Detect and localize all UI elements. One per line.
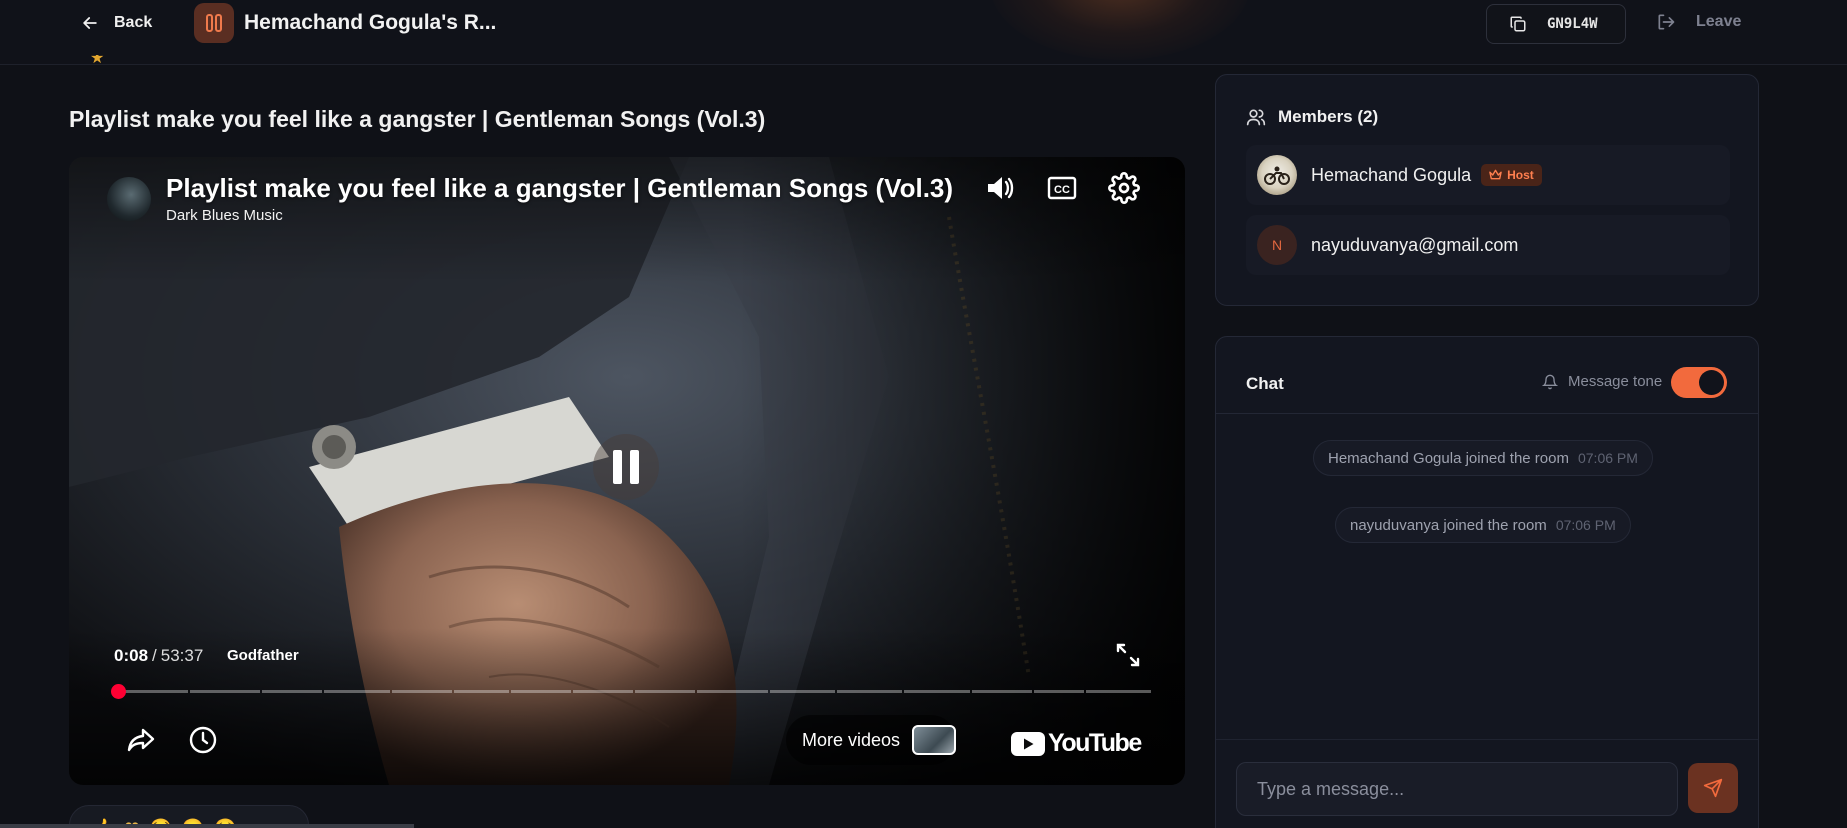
share-icon	[127, 728, 155, 752]
room-title: Hemachand Gogula's R...	[244, 11, 497, 34]
channel-avatar[interactable]	[107, 177, 151, 221]
copy-room-code-button[interactable]: GN9L4W	[1486, 4, 1626, 44]
members-panel: Members (2) Hemachand Gogula Host N nayu…	[1215, 74, 1759, 306]
pause-icon	[613, 450, 639, 484]
back-label: Back	[114, 14, 153, 31]
more-videos-button[interactable]: More videos	[786, 715, 956, 765]
system-message-text: Hemachand Gogula joined the room	[1328, 449, 1569, 467]
chapter-title[interactable]: Godfather	[227, 647, 299, 664]
player-top-controls: CC	[983, 171, 1141, 205]
chapter-segment[interactable]	[837, 690, 903, 693]
member-row[interactable]: N nayuduvanya@gmail.com	[1246, 215, 1730, 275]
chapter-segment[interactable]	[189, 690, 261, 693]
captions-button[interactable]: CC	[1045, 171, 1079, 205]
chapter-segment[interactable]	[510, 690, 571, 693]
chapter-segment[interactable]	[769, 690, 835, 693]
youtube-wordmark: YouTube	[1048, 729, 1142, 757]
top-bar: Back Hemachand Gogula's R... GN9L4W Leav…	[0, 0, 1847, 65]
progress-scrubber[interactable]	[110, 684, 126, 699]
system-message-text: nayuduvanya joined the room	[1350, 516, 1547, 534]
send-button[interactable]	[1688, 763, 1738, 813]
room-status-icon	[194, 3, 234, 43]
members-header: Members (2)	[1246, 107, 1378, 127]
time-separator: /	[152, 646, 157, 665]
more-videos-thumbnail	[912, 725, 956, 755]
chat-header: Chat Message tone	[1216, 337, 1758, 414]
time-display: 0:08/53:37	[114, 646, 203, 666]
tone-label: Message tone	[1568, 373, 1663, 390]
progress-bar[interactable]	[110, 684, 1151, 699]
crown-icon	[1489, 169, 1502, 180]
room-code: GN9L4W	[1547, 16, 1598, 32]
chapter-segment[interactable]	[453, 690, 509, 693]
leave-label: Leave	[1696, 13, 1742, 30]
svg-text:CC: CC	[1054, 184, 1070, 196]
avatar: N	[1257, 225, 1297, 265]
avatar	[1257, 155, 1297, 195]
chapter-segment[interactable]	[1085, 690, 1151, 693]
bell-icon	[1542, 374, 1558, 389]
header-glow	[990, 0, 1250, 60]
captions-icon: CC	[1047, 176, 1077, 200]
logout-icon	[1658, 14, 1675, 30]
member-name: nayuduvanya@gmail.com	[1311, 234, 1519, 255]
message-input[interactable]	[1236, 762, 1678, 816]
duration: 53:37	[160, 646, 204, 665]
share-button[interactable]	[125, 724, 157, 756]
video-player[interactable]: Playlist make you feel like a gangster |…	[69, 157, 1185, 785]
player-channel[interactable]: Dark Blues Music	[166, 207, 283, 224]
chapter-segment[interactable]	[324, 690, 390, 693]
chapter-segment[interactable]	[1033, 690, 1084, 693]
arrow-left-icon	[83, 17, 97, 29]
host-badge-label: Host	[1507, 168, 1534, 182]
play-pause-button[interactable]	[593, 434, 659, 500]
chapter-segment[interactable]	[904, 690, 970, 693]
star-icon: ★	[90, 55, 105, 67]
youtube-logo-link[interactable]: YouTube	[1011, 729, 1142, 758]
settings-icon	[1108, 172, 1140, 204]
toggle-knob	[1699, 370, 1724, 395]
fullscreen-button[interactable]	[1113, 640, 1143, 670]
pause-icon	[206, 14, 222, 32]
leave-button[interactable]: Leave	[1656, 12, 1741, 32]
chapter-segment[interactable]	[572, 690, 633, 693]
watch-later-button[interactable]	[187, 724, 219, 756]
watch-later-icon	[189, 726, 217, 754]
more-videos-label: More videos	[802, 729, 901, 750]
volume-button[interactable]	[983, 171, 1017, 205]
chapter-segment[interactable]	[971, 690, 1032, 693]
chat-composer	[1216, 739, 1758, 828]
settings-button[interactable]	[1107, 171, 1141, 205]
youtube-logo-icon	[1011, 731, 1045, 756]
video-title: Playlist make you feel like a gangster |…	[69, 106, 766, 132]
send-icon	[1703, 778, 1723, 798]
chat-title: Chat	[1246, 374, 1284, 393]
member-row[interactable]: Hemachand Gogula Host	[1246, 145, 1730, 205]
host-badge: Host	[1481, 164, 1542, 186]
system-message-time: 07:06 PM	[1577, 450, 1638, 466]
chapter-segment[interactable]	[697, 690, 768, 693]
current-time: 0:08	[114, 646, 149, 665]
message-tone-toggle[interactable]	[1671, 367, 1727, 398]
horizontal-scrollbar[interactable]	[0, 824, 414, 828]
system-message: nayuduvanya joined the room 07:06 PM	[1335, 507, 1631, 543]
chapter-segment[interactable]	[391, 690, 452, 693]
system-message-time: 07:06 PM	[1555, 517, 1616, 533]
message-tone-label: Message tone	[1542, 373, 1662, 390]
chapter-segment[interactable]	[262, 690, 323, 693]
chapter-segment[interactable]	[635, 690, 696, 693]
members-title: Members (2)	[1278, 107, 1379, 126]
system-message: Hemachand Gogula joined the room 07:06 P…	[1313, 440, 1653, 476]
chat-panel: Chat Message tone Hemachand Gogula joine…	[1215, 336, 1759, 828]
player-title[interactable]: Playlist make you feel like a gangster |…	[166, 173, 953, 204]
chapter-segment[interactable]	[115, 690, 188, 693]
back-button[interactable]: Back	[80, 10, 152, 36]
volume-icon	[988, 177, 1014, 199]
copy-icon	[1510, 16, 1526, 32]
motorbike-icon	[1264, 166, 1290, 185]
fullscreen-icon	[1116, 643, 1140, 667]
users-icon	[1246, 109, 1266, 126]
member-name: Hemachand Gogula	[1311, 164, 1472, 185]
